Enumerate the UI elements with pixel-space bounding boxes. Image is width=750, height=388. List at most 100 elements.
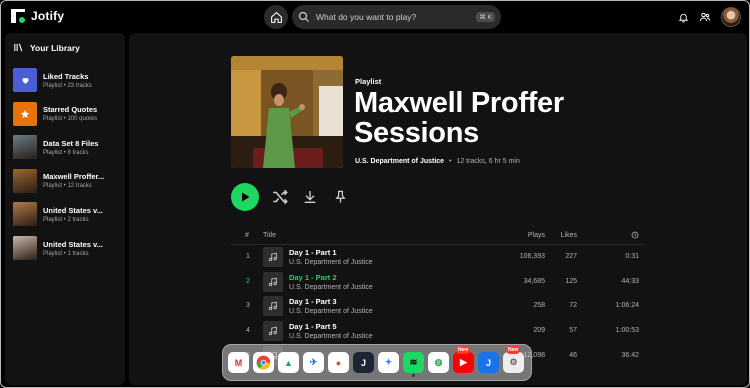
app-window: Jotify What do you want to play? ⌘ K You… — [0, 0, 750, 388]
playlist-cover-image — [231, 56, 343, 168]
playlist-summary: 12 tracks, 6 hr 5 min — [456, 158, 520, 165]
video-app[interactable]: ▶ New — [453, 346, 474, 373]
star-icon — [20, 109, 30, 118]
track-plays: 106,393 — [519, 253, 545, 260]
track-number: 3 — [246, 302, 250, 310]
track-row[interactable]: 4 Day 1 - Part 5 U.S. Department of Justic… — [231, 319, 645, 343]
playlist-meta: U.S. Department of Justice • 12 tracks, … — [355, 158, 520, 165]
library-header[interactable]: Your Library — [13, 42, 80, 53]
col-likes[interactable]: Likes — [561, 232, 577, 239]
library-item-subtitle: Playlist • 1 tracks — [43, 250, 89, 257]
playlist-title-line-2: Sessions — [354, 117, 479, 149]
track-duration: 0:31 — [625, 253, 639, 260]
playlist-controls — [231, 183, 349, 211]
download-icon — [304, 191, 316, 203]
flights-app[interactable]: ✈ — [303, 352, 324, 373]
track-likes: 125 — [565, 277, 577, 285]
app-logo[interactable]: Jotify — [11, 9, 64, 23]
home-icon — [270, 11, 282, 23]
track-thumb — [263, 321, 283, 342]
dock-app-glyph: ◍ — [434, 357, 443, 367]
library-item[interactable]: Data Set 8 Files Playlist • 8 tracks — [13, 134, 123, 160]
jotify-logo-icon — [11, 9, 25, 23]
track-title[interactable]: Day 1 - Part 1 — [289, 248, 337, 257]
col-title[interactable]: Title — [263, 232, 276, 239]
gear-app[interactable]: ⚙ New — [503, 346, 524, 373]
col-number: # — [245, 232, 249, 239]
app-name: Jotify — [31, 9, 65, 23]
play-button[interactable] — [231, 183, 259, 211]
dock-app-glyph: M — [234, 357, 243, 368]
j-blue-app[interactable]: J — [478, 352, 499, 373]
photo-thumbnail — [13, 135, 37, 160]
os-dock: M ▲ ✈ ● J ✦ ≋ ◍ ▶ New J ⚙ New — [222, 344, 532, 381]
track-title[interactable]: Day 1 - Part 3 — [289, 297, 337, 306]
track-duration: 1:06:24 — [615, 302, 639, 310]
pin-button[interactable] — [331, 188, 349, 206]
library-item[interactable]: United States v... Playlist • 1 tracks — [13, 235, 123, 261]
library-item[interactable]: Starred Quotes Playlist • 100 quotes — [13, 101, 123, 127]
bell-icon[interactable] — [678, 12, 689, 23]
track-row[interactable]: 1 Day 1 - Part 1 U.S. Department of Justic… — [231, 245, 645, 269]
library-item-thumb — [13, 68, 37, 92]
playlist-title: Maxwell Proffer Sessions — [354, 88, 564, 148]
photo-thumbnail — [13, 168, 37, 193]
track-row[interactable]: 3 Day 1 - Part 3 U.S. Department of Justic… — [231, 294, 645, 318]
track-artist[interactable]: U.S. Department of Justice — [289, 333, 373, 340]
track-title[interactable]: Day 1 - Part 5 — [289, 322, 337, 331]
track-row[interactable]: 2 Day 1 - Part 2 U.S. Department of Justic… — [231, 270, 645, 294]
music-note-icon — [268, 302, 277, 311]
track-artist[interactable]: U.S. Department of Justice — [289, 284, 373, 291]
library-item-thumb — [13, 135, 37, 160]
library-item-subtitle: Playlist • 8 tracks — [43, 149, 89, 156]
search-input[interactable]: What do you want to play? — [316, 12, 476, 22]
user-avatar[interactable] — [721, 7, 741, 27]
library-item-thumb — [13, 168, 37, 193]
col-duration[interactable] — [631, 231, 639, 241]
library-item[interactable]: Liked Tracks Playlist • 23 tracks — [13, 67, 123, 93]
track-duration: 1:00:53 — [615, 327, 639, 335]
photo-thumbnail — [13, 202, 37, 227]
download-button[interactable] — [301, 188, 319, 206]
track-number: 4 — [246, 327, 250, 335]
track-artist[interactable]: U.S. Department of Justice — [289, 308, 373, 315]
home-button[interactable] — [264, 5, 288, 29]
color-app[interactable]: ● — [328, 352, 349, 373]
dock-app-glyph: ⚙ — [509, 357, 518, 367]
library-item-title: United States v... — [43, 205, 103, 215]
chat-app[interactable]: ◍ — [428, 352, 449, 373]
library-item[interactable]: United States v... Playlist • 2 tracks — [13, 201, 123, 227]
library-item-thumb — [13, 236, 37, 260]
library-item[interactable]: Maxwell Proffer... Playlist • 12 tracks — [13, 168, 123, 194]
playlist-owner[interactable]: U.S. Department of Justice — [355, 158, 444, 165]
new-badge: New — [506, 346, 521, 354]
shuffle-button[interactable] — [271, 188, 289, 206]
gemini-app[interactable]: ✦ — [378, 352, 399, 373]
gmail-app[interactable]: M — [228, 352, 249, 373]
track-likes: 227 — [565, 253, 577, 260]
friends-icon[interactable] — [699, 11, 711, 23]
shuffle-icon — [273, 189, 288, 205]
running-indicator — [412, 374, 415, 377]
playlist-title-line-1: Maxwell Proffer — [354, 87, 564, 119]
dock-app-glyph: ● — [335, 357, 342, 368]
pin-icon — [335, 190, 345, 203]
meta-separator: • — [449, 158, 452, 165]
search-icon — [298, 11, 309, 22]
photo-thumbnail — [13, 236, 37, 260]
chrome-app[interactable] — [253, 352, 274, 373]
track-title[interactable]: Day 1 - Part 2 — [289, 273, 337, 282]
playlist-type-label: Playlist — [355, 77, 382, 86]
heart-icon — [21, 77, 29, 84]
jotify-app[interactable]: ≋ — [403, 352, 424, 377]
col-plays[interactable]: Plays — [528, 232, 545, 239]
track-plays: 209 — [533, 327, 545, 335]
drive-app[interactable]: ▲ — [278, 352, 299, 373]
track-plays: 258 — [533, 302, 545, 310]
library-item-subtitle: Playlist • 100 quotes — [43, 116, 98, 123]
library-item-title: Liked Tracks — [43, 71, 89, 81]
track-artist[interactable]: U.S. Department of Justice — [289, 259, 373, 266]
search-bar[interactable]: What do you want to play? ⌘ K — [292, 5, 501, 29]
library-item-thumb — [13, 202, 37, 227]
j-app[interactable]: J — [353, 352, 374, 373]
